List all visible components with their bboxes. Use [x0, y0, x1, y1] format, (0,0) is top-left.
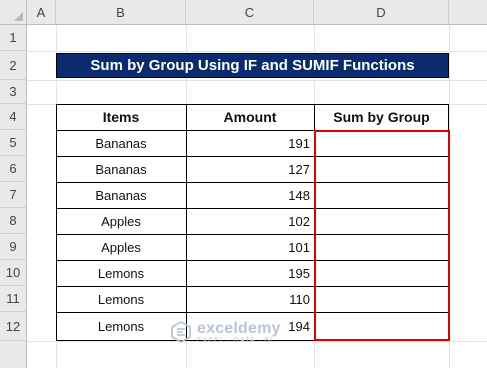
table-header-amount[interactable]: Amount	[186, 104, 314, 130]
row-header-10[interactable]: 10	[0, 260, 27, 286]
select-all-corner[interactable]	[0, 0, 27, 25]
row-header-2[interactable]: 2	[0, 51, 27, 80]
amount-cell[interactable]: 127	[186, 156, 314, 182]
item-cell[interactable]: Lemons	[56, 286, 186, 312]
sum-by-group-cell[interactable]	[314, 130, 449, 156]
column-header-d[interactable]: D	[314, 0, 449, 25]
sum-by-group-cell[interactable]	[314, 156, 449, 182]
row-header-11[interactable]: 11	[0, 286, 27, 312]
item-cell[interactable]: Lemons	[56, 312, 186, 341]
row-header-8[interactable]: 8	[0, 208, 27, 234]
sum-by-group-cell[interactable]	[314, 286, 449, 312]
row-header-12[interactable]: 12	[0, 312, 27, 341]
row-header-5[interactable]: 5	[0, 130, 27, 156]
item-cell[interactable]: Lemons	[56, 260, 186, 286]
item-cell[interactable]: Bananas	[56, 130, 186, 156]
gridline	[27, 80, 487, 81]
sum-by-group-cell[interactable]	[314, 234, 449, 260]
amount-cell[interactable]: 195	[186, 260, 314, 286]
amount-cell[interactable]: 191	[186, 130, 314, 156]
row-header-1[interactable]: 1	[0, 25, 27, 51]
sum-by-group-cell[interactable]	[314, 182, 449, 208]
row-header-9[interactable]: 9	[0, 234, 27, 260]
exceldemy-logo-icon	[171, 321, 191, 343]
item-cell[interactable]: Apples	[56, 234, 186, 260]
amount-cell[interactable]: 101	[186, 234, 314, 260]
amount-cell[interactable]: 110	[186, 286, 314, 312]
row-header-6[interactable]: 6	[0, 156, 27, 182]
table-header-sum-by-group[interactable]: Sum by Group	[314, 104, 449, 130]
watermark-name: exceldemy	[197, 319, 281, 337]
column-header-e-partial[interactable]	[449, 0, 487, 25]
gridline	[449, 25, 450, 368]
row-header-7[interactable]: 7	[0, 182, 27, 208]
gridline	[27, 51, 487, 52]
row-header-3[interactable]: 3	[0, 80, 27, 104]
amount-cell[interactable]: 148	[186, 182, 314, 208]
sum-by-group-cell[interactable]	[314, 260, 449, 286]
watermark: exceldemy EXCEL · DATA · BI	[170, 318, 281, 346]
column-header-a[interactable]: A	[27, 0, 56, 25]
sum-by-group-cell[interactable]	[314, 208, 449, 234]
table-header-items[interactable]: Items	[56, 104, 186, 130]
watermark-tagline: EXCEL · DATA · BI	[197, 336, 273, 344]
item-cell[interactable]: Apples	[56, 208, 186, 234]
column-header-b[interactable]: B	[56, 0, 186, 25]
row-header-13-partial[interactable]	[0, 341, 27, 368]
sheet-title[interactable]: Sum by Group Using IF and SUMIF Function…	[56, 53, 449, 78]
item-cell[interactable]: Bananas	[56, 182, 186, 208]
item-cell[interactable]: Bananas	[56, 156, 186, 182]
sum-by-group-cell[interactable]	[314, 312, 449, 341]
row-header-4[interactable]: 4	[0, 104, 27, 130]
column-header-c[interactable]: C	[186, 0, 314, 25]
amount-cell[interactable]: 102	[186, 208, 314, 234]
